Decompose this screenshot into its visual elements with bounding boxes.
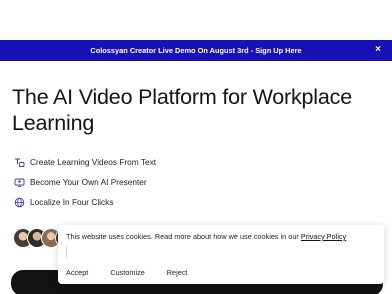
accept-button[interactable]: Accept <box>66 268 88 277</box>
feature-item: Localize In Four Clicks <box>14 192 156 212</box>
customize-button[interactable]: Customize <box>110 268 144 277</box>
announcement-text[interactable]: Colossyan Creator Live Demo On August 3r… <box>90 46 301 55</box>
announcement-banner[interactable]: Colossyan Creator Live Demo On August 3r… <box>0 40 392 61</box>
feature-label: Localize In Four Clicks <box>30 197 114 207</box>
cookie-actions: Accept Customize Reject <box>66 268 209 277</box>
privacy-policy-link[interactable]: Privacy Policy <box>301 232 346 241</box>
text-to-video-icon <box>14 157 25 168</box>
hero-headline: The AI Video Platform for Workplace Lear… <box>12 85 352 135</box>
divider <box>66 246 67 258</box>
close-icon[interactable]: × <box>372 44 384 56</box>
feature-item: Create Learning Videos From Text <box>14 152 156 172</box>
cookie-message: This website uses cookies. Read more abo… <box>66 232 346 241</box>
feature-label: Create Learning Videos From Text <box>30 157 157 167</box>
feature-item: Become Your Own AI Presenter <box>14 172 156 192</box>
feature-list: Create Learning Videos From Text Become … <box>14 152 156 212</box>
globe-icon <box>14 197 25 208</box>
feature-label: Become Your Own AI Presenter <box>30 177 147 187</box>
presenter-icon <box>14 177 25 188</box>
reject-button[interactable]: Reject <box>167 268 188 277</box>
cookie-banner: This website uses cookies. Read more abo… <box>58 225 384 284</box>
cookie-message-text: This website uses cookies. Read more abo… <box>66 232 301 241</box>
